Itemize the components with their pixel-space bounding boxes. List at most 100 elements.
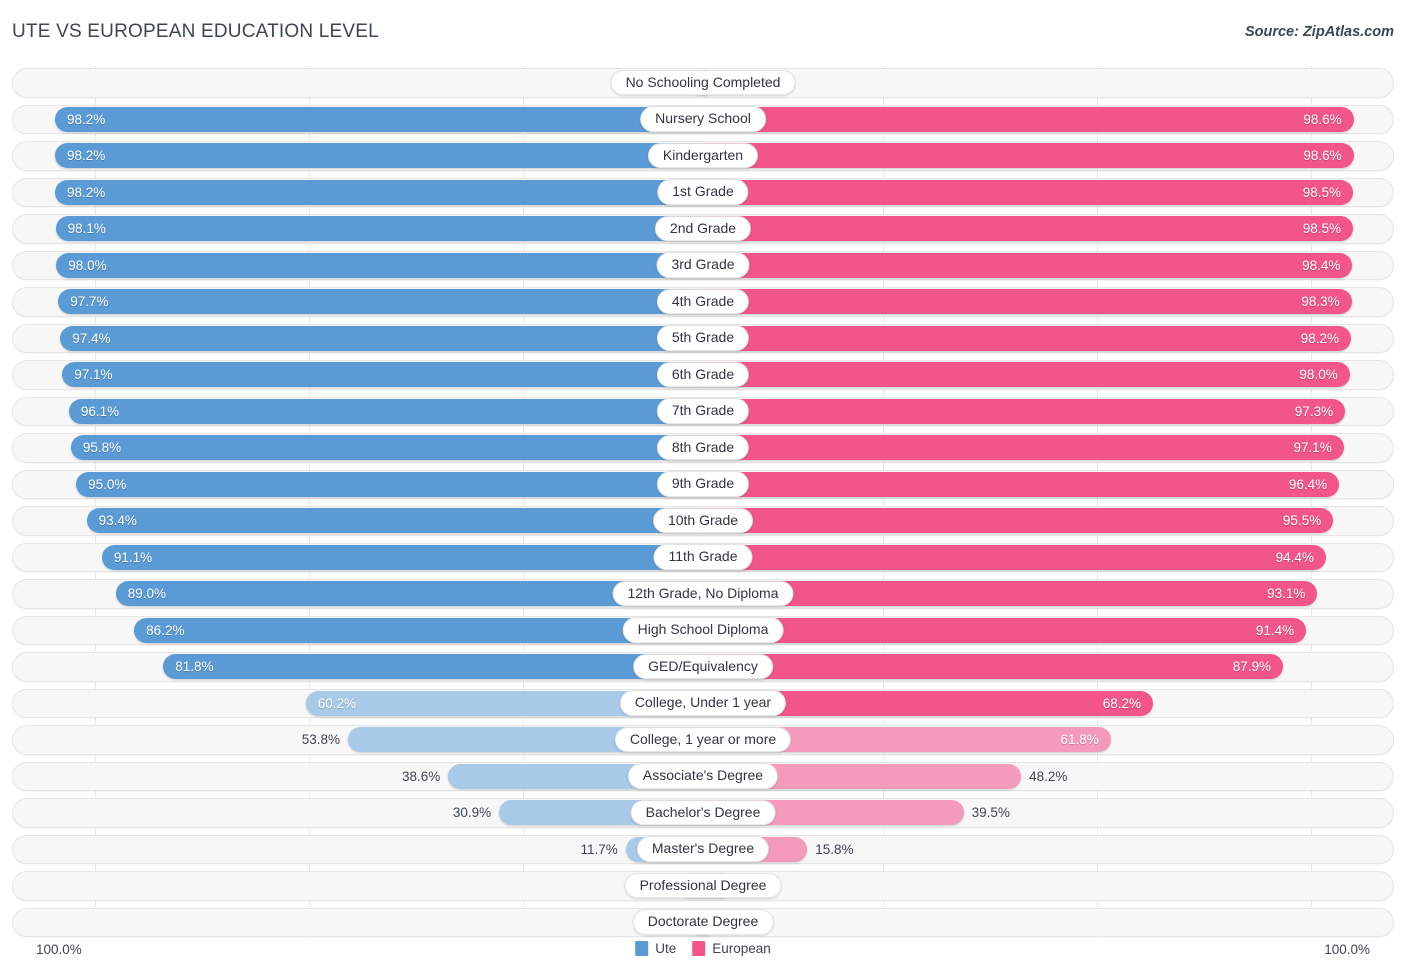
european-value-label: 96.4% <box>1289 477 1327 492</box>
table-row: 2.0%2.1%Doctorate Degree <box>12 906 1394 940</box>
row-left-half: 81.8% <box>12 650 703 684</box>
european-value-label: 98.5% <box>1303 185 1341 200</box>
page-title: UTE VS EUROPEAN EDUCATION LEVEL <box>12 21 379 43</box>
category-label: Professional Degree <box>625 873 782 899</box>
axis-max-left: 100.0% <box>36 942 82 957</box>
ute-bar: 97.4% <box>60 326 703 351</box>
row-right-half: 98.0% <box>703 358 1394 392</box>
ute-value-label: 98.2% <box>67 148 105 163</box>
legend-item-european[interactable]: European <box>692 941 771 956</box>
table-row: 30.9%39.5%Bachelor's Degree <box>12 796 1394 830</box>
european-value-label: 97.3% <box>1295 404 1333 419</box>
row-right-half: 1.5% <box>703 66 1394 100</box>
table-row: 93.4%95.5%10th Grade <box>12 504 1394 538</box>
category-label: Kindergarten <box>648 143 758 169</box>
category-label: GED/Equivalency <box>633 654 773 680</box>
row-right-half: 98.4% <box>703 249 1394 283</box>
ute-value-label: 95.0% <box>88 477 126 492</box>
legend-item-ute[interactable]: Ute <box>635 941 676 956</box>
ute-value-label: 98.2% <box>67 112 105 127</box>
row-right-half: 98.6% <box>703 103 1394 137</box>
european-bar: 97.3% <box>703 399 1345 424</box>
row-left-half: 95.0% <box>12 468 703 502</box>
row-right-half: 98.3% <box>703 285 1394 319</box>
table-row: 95.8%97.1%8th Grade <box>12 431 1394 465</box>
table-row: 98.2% 98.6%Nursery School <box>12 103 1394 137</box>
chart-page: UTE VS EUROPEAN EDUCATION LEVEL Source: … <box>0 0 1406 975</box>
table-row: 60.2%68.2%College, Under 1 year <box>12 687 1394 721</box>
category-label: College, 1 year or more <box>615 727 791 753</box>
category-label: 10th Grade <box>653 508 753 534</box>
european-value-label: 98.3% <box>1301 294 1339 309</box>
european-value-label: 15.8% <box>815 842 853 857</box>
row-right-half: 97.1% <box>703 431 1394 465</box>
european-bar: 98.6% <box>703 143 1354 168</box>
ute-value-label: 53.8% <box>302 732 340 747</box>
ute-bar: 98.1% <box>56 216 703 241</box>
ute-value-label: 98.0% <box>68 258 106 273</box>
row-right-half: 98.6% <box>703 139 1394 173</box>
ute-bar: 95.0% <box>76 472 703 497</box>
category-label: No Schooling Completed <box>611 70 796 96</box>
category-label: Master's Degree <box>637 836 769 862</box>
european-value-label: 94.4% <box>1276 550 1314 565</box>
ute-bar: 98.2% <box>55 180 703 205</box>
table-row: 4.0%4.8%Professional Degree <box>12 869 1394 903</box>
european-bar: 93.1% <box>703 581 1317 606</box>
category-label: Nursery School <box>640 106 766 132</box>
ute-bar: 91.1% <box>102 545 703 570</box>
row-right-half: 15.8% <box>703 833 1394 867</box>
row-left-half: 98.2% <box>12 103 703 137</box>
source-label: Source: ZipAtlas.com <box>1245 24 1394 40</box>
diverging-bar-chart: 2.3%1.5%No Schooling Completed98.2%98.6%… <box>12 66 1394 938</box>
row-right-half: 98.5% <box>703 212 1394 246</box>
category-label: Associate's Degree <box>628 763 778 789</box>
category-label: 12th Grade, No Diploma <box>613 581 794 607</box>
ute-value-label: 81.8% <box>175 659 213 674</box>
category-label: College, Under 1 year <box>620 690 786 716</box>
row-right-half: 48.2% <box>703 760 1394 794</box>
table-row: 86.2%91.4%High School Diploma <box>12 614 1394 648</box>
european-bar: 95.5% <box>703 508 1333 533</box>
table-row: 98.1%98.5%2nd Grade <box>12 212 1394 246</box>
row-right-half: 93.1% <box>703 577 1394 611</box>
row-left-half: 38.6% <box>12 760 703 794</box>
row-right-half: 87.9% <box>703 650 1394 684</box>
ute-value-label: 97.1% <box>74 367 112 382</box>
european-value-label: 98.4% <box>1302 258 1340 273</box>
ute-bar: 98.2% <box>55 107 703 132</box>
european-bar: 87.9% <box>703 654 1283 679</box>
table-row: 2.3%1.5%No Schooling Completed <box>12 66 1394 100</box>
row-left-half: 95.8% <box>12 431 703 465</box>
row-right-half: 91.4% <box>703 614 1394 648</box>
category-label: High School Diploma <box>623 617 784 643</box>
row-left-half: 11.7% <box>12 833 703 867</box>
ute-value-label: 38.6% <box>402 769 440 784</box>
table-row: 97.7%98.3%4th Grade <box>12 285 1394 319</box>
ute-value-label: 91.1% <box>114 550 152 565</box>
legend-label: European <box>712 941 771 956</box>
ute-value-label: 96.1% <box>81 404 119 419</box>
european-bar: 98.0% <box>703 362 1350 387</box>
row-right-half: 2.1% <box>703 906 1394 940</box>
row-left-half: 30.9% <box>12 796 703 830</box>
legend-swatch-icon <box>692 941 705 956</box>
european-value-label: 98.2% <box>1301 331 1339 346</box>
row-left-half: 97.7% <box>12 285 703 319</box>
ute-value-label: 30.9% <box>453 805 491 820</box>
row-left-half: 2.3% <box>12 66 703 100</box>
row-right-half: 98.2% <box>703 322 1394 356</box>
category-label: 6th Grade <box>657 362 749 388</box>
row-right-half: 98.5% <box>703 176 1394 210</box>
row-left-half: 53.8% <box>12 723 703 757</box>
category-label: 9th Grade <box>657 471 749 497</box>
row-left-half: 96.1% <box>12 395 703 429</box>
category-label: Bachelor's Degree <box>631 800 776 826</box>
european-value-label: 91.4% <box>1256 623 1294 638</box>
ute-value-label: 95.8% <box>83 440 121 455</box>
category-label: 1st Grade <box>657 179 748 205</box>
legend-label: Ute <box>655 941 676 956</box>
table-row: 91.1%94.4%11th Grade <box>12 541 1394 575</box>
table-row: 98.2% 98.5% 1st Grade <box>12 176 1394 210</box>
ute-value-label: 98.1% <box>68 221 106 236</box>
